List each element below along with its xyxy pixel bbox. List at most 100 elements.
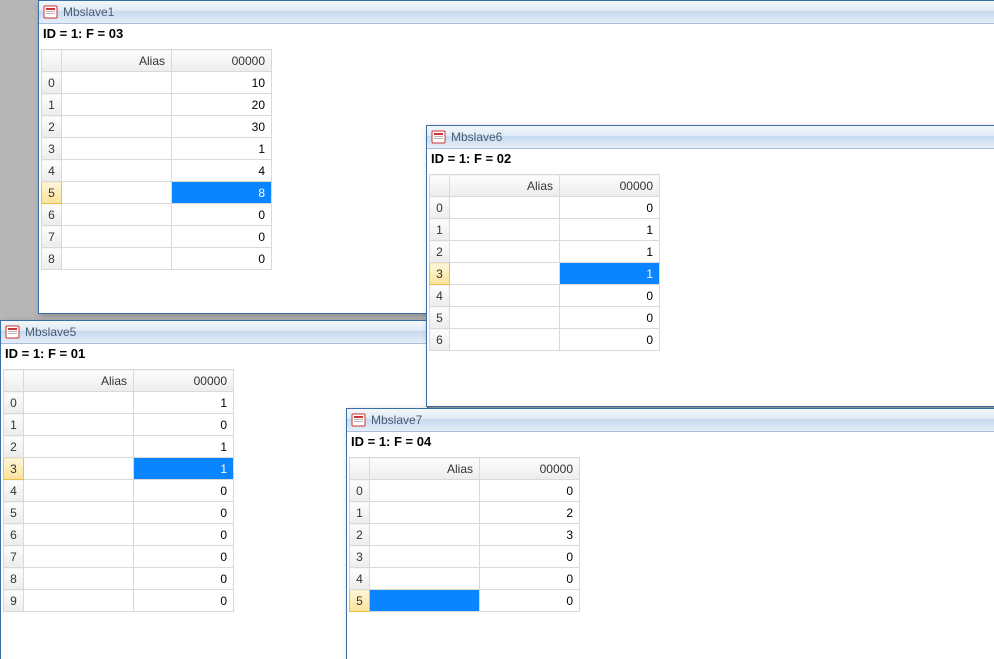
row-header[interactable]: 1 xyxy=(430,219,450,241)
cell-alias[interactable] xyxy=(62,72,172,94)
row-header[interactable]: 7 xyxy=(42,226,62,248)
cell-alias[interactable] xyxy=(450,307,560,329)
cell-alias[interactable] xyxy=(62,226,172,248)
cell-alias[interactable] xyxy=(370,480,480,502)
table-row[interactable]: 58 xyxy=(42,182,272,204)
cell-alias[interactable] xyxy=(370,590,480,612)
row-header[interactable]: 3 xyxy=(430,263,450,285)
column-header-value[interactable]: 00000 xyxy=(172,50,272,72)
row-header[interactable]: 4 xyxy=(42,160,62,182)
cell-value[interactable]: 3 xyxy=(480,524,580,546)
table-row[interactable]: 60 xyxy=(42,204,272,226)
cell-alias[interactable] xyxy=(24,436,134,458)
table-row[interactable]: 10 xyxy=(4,414,234,436)
cell-value[interactable]: 0 xyxy=(134,568,234,590)
cell-value[interactable]: 0 xyxy=(134,590,234,612)
cell-value[interactable]: 10 xyxy=(172,72,272,94)
data-grid[interactable]: Alias0000000112131405060 xyxy=(429,174,660,351)
table-row[interactable]: 44 xyxy=(42,160,272,182)
cell-value[interactable]: 1 xyxy=(134,458,234,480)
titlebar[interactable]: Mbslave1 xyxy=(39,1,994,24)
table-row[interactable]: 40 xyxy=(350,568,580,590)
cell-value[interactable]: 0 xyxy=(480,568,580,590)
table-row[interactable]: 21 xyxy=(430,241,660,263)
cell-alias[interactable] xyxy=(450,329,560,351)
column-header-alias[interactable]: Alias xyxy=(450,175,560,197)
cell-value[interactable]: 1 xyxy=(560,241,660,263)
table-row[interactable]: 00 xyxy=(430,197,660,219)
table-row[interactable]: 40 xyxy=(4,480,234,502)
cell-value[interactable]: 0 xyxy=(134,414,234,436)
row-header[interactable]: 5 xyxy=(430,307,450,329)
table-row[interactable]: 40 xyxy=(430,285,660,307)
cell-alias[interactable] xyxy=(24,480,134,502)
cell-alias[interactable] xyxy=(370,502,480,524)
cell-value[interactable]: 0 xyxy=(480,480,580,502)
table-row[interactable]: 90 xyxy=(4,590,234,612)
cell-alias[interactable] xyxy=(450,263,560,285)
cell-alias[interactable] xyxy=(24,524,134,546)
row-header[interactable]: 8 xyxy=(4,568,24,590)
cell-alias[interactable] xyxy=(450,197,560,219)
cell-value[interactable]: 0 xyxy=(560,197,660,219)
row-header[interactable]: 1 xyxy=(350,502,370,524)
cell-alias[interactable] xyxy=(450,219,560,241)
table-row[interactable]: 23 xyxy=(350,524,580,546)
table-row[interactable]: 80 xyxy=(42,248,272,270)
table-row[interactable]: 31 xyxy=(4,458,234,480)
row-header[interactable]: 6 xyxy=(430,329,450,351)
column-header-value[interactable]: 00000 xyxy=(134,370,234,392)
cell-alias[interactable] xyxy=(24,546,134,568)
titlebar[interactable]: Mbslave7 xyxy=(347,409,994,432)
cell-alias[interactable] xyxy=(24,502,134,524)
row-header[interactable]: 0 xyxy=(4,392,24,414)
cell-value[interactable]: 0 xyxy=(480,546,580,568)
cell-alias[interactable] xyxy=(24,392,134,414)
data-grid[interactable]: Alias00000010120230314458607080 xyxy=(41,49,272,270)
row-header[interactable]: 0 xyxy=(42,72,62,94)
cell-value[interactable]: 0 xyxy=(134,524,234,546)
cell-value[interactable]: 0 xyxy=(134,502,234,524)
row-header[interactable]: 3 xyxy=(42,138,62,160)
column-header-value[interactable]: 00000 xyxy=(560,175,660,197)
cell-value[interactable]: 0 xyxy=(172,204,272,226)
cell-value[interactable]: 1 xyxy=(172,138,272,160)
cell-alias[interactable] xyxy=(370,568,480,590)
table-row[interactable]: 80 xyxy=(4,568,234,590)
table-row[interactable]: 01 xyxy=(4,392,234,414)
cell-value[interactable]: 1 xyxy=(134,392,234,414)
row-header[interactable]: 8 xyxy=(42,248,62,270)
table-row[interactable]: 60 xyxy=(4,524,234,546)
row-header[interactable]: 1 xyxy=(42,94,62,116)
cell-value[interactable]: 1 xyxy=(560,219,660,241)
column-header-alias[interactable]: Alias xyxy=(24,370,134,392)
column-header-alias[interactable]: Alias xyxy=(62,50,172,72)
cell-alias[interactable] xyxy=(24,458,134,480)
row-header[interactable]: 0 xyxy=(350,480,370,502)
row-header[interactable]: 7 xyxy=(4,546,24,568)
table-row[interactable]: 31 xyxy=(430,263,660,285)
cell-alias[interactable] xyxy=(62,182,172,204)
row-header[interactable]: 5 xyxy=(42,182,62,204)
row-header[interactable]: 1 xyxy=(4,414,24,436)
table-row[interactable]: 00 xyxy=(350,480,580,502)
cell-value[interactable]: 0 xyxy=(172,226,272,248)
row-header[interactable]: 5 xyxy=(350,590,370,612)
cell-value[interactable]: 0 xyxy=(560,329,660,351)
column-header-alias[interactable]: Alias xyxy=(370,458,480,480)
cell-alias[interactable] xyxy=(24,414,134,436)
row-header[interactable]: 2 xyxy=(350,524,370,546)
column-header-value[interactable]: 00000 xyxy=(480,458,580,480)
data-grid[interactable]: Alias0000001102131405060708090 xyxy=(3,369,234,612)
cell-alias[interactable] xyxy=(24,590,134,612)
row-header[interactable]: 9 xyxy=(4,590,24,612)
row-header[interactable]: 6 xyxy=(42,204,62,226)
cell-value[interactable]: 0 xyxy=(560,285,660,307)
row-header[interactable]: 2 xyxy=(42,116,62,138)
cell-value[interactable]: 20 xyxy=(172,94,272,116)
cell-value[interactable]: 1 xyxy=(134,436,234,458)
cell-alias[interactable] xyxy=(62,204,172,226)
table-row[interactable]: 70 xyxy=(4,546,234,568)
window-mbslave6[interactable]: Mbslave6 ID = 1: F = 02 Alias00000001121… xyxy=(426,125,994,407)
cell-alias[interactable] xyxy=(62,94,172,116)
